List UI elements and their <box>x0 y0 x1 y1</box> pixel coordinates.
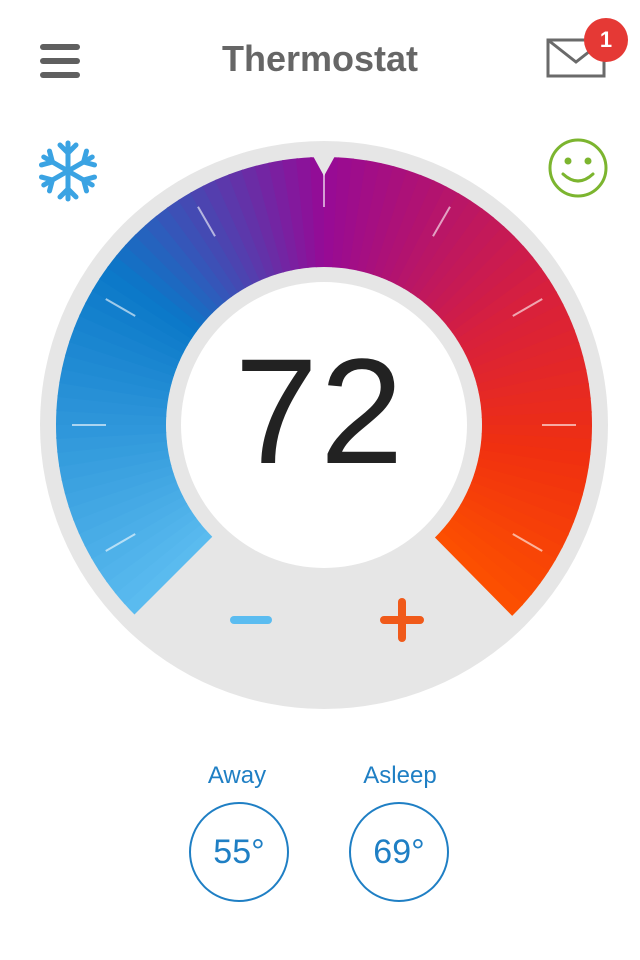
minus-icon <box>230 616 272 624</box>
preset-button-away[interactable]: 55° <box>189 802 289 902</box>
increase-temperature-button[interactable] <box>378 598 426 646</box>
preset-label-asleep: Asleep <box>363 762 437 789</box>
decrease-temperature-button[interactable] <box>228 604 274 634</box>
preset-button-asleep[interactable]: 69° <box>349 802 449 902</box>
preset-label-away: Away <box>207 762 267 789</box>
current-temperature: 72 <box>234 327 406 495</box>
